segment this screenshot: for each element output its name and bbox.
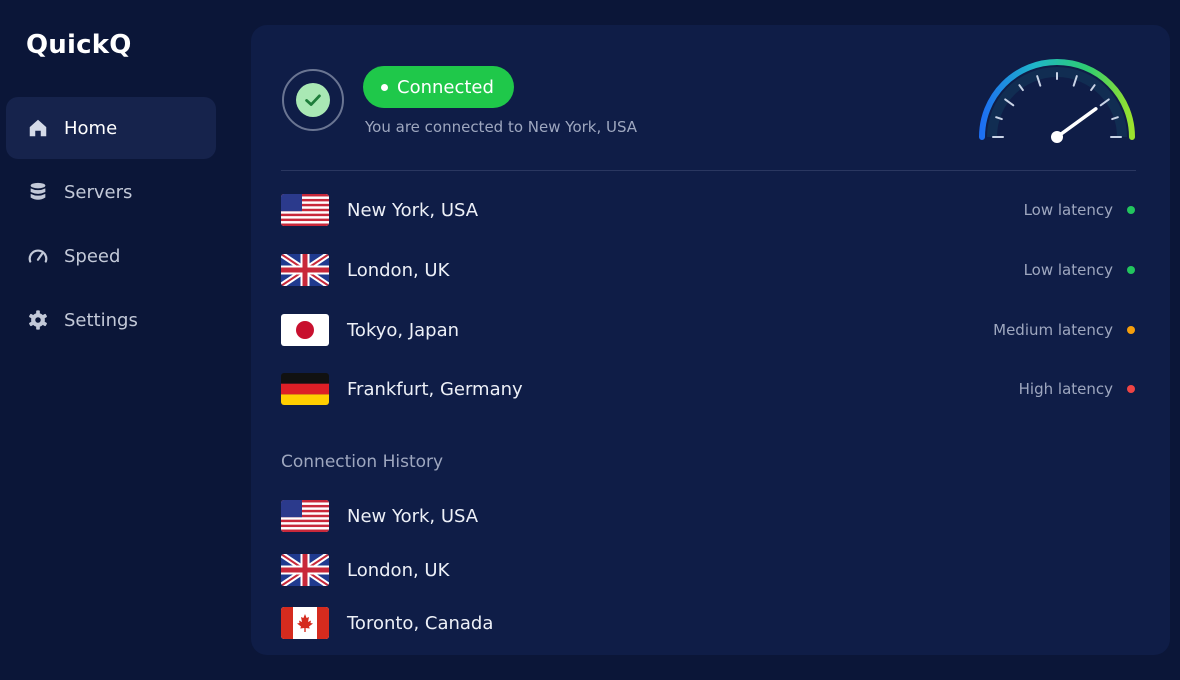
uk-flag-icon bbox=[281, 254, 329, 286]
latency-dot bbox=[1127, 266, 1135, 274]
latency-dot bbox=[1127, 206, 1135, 214]
us-flag-icon bbox=[281, 194, 329, 226]
history-location: New York, USA bbox=[347, 505, 479, 527]
japan-flag-icon bbox=[281, 314, 329, 346]
canada-flag-icon bbox=[281, 607, 329, 639]
sidebar-nav: Home Servers Speed Settings bbox=[6, 97, 216, 353]
latency-dot bbox=[1127, 326, 1135, 334]
server-row-tokyo[interactable]: Tokyo, Japan Medium latency bbox=[281, 308, 1136, 352]
check-icon bbox=[305, 94, 321, 106]
connection-message: You are connected to New York, USA bbox=[365, 118, 638, 136]
history-row-london[interactable]: London, UK bbox=[281, 548, 1136, 592]
sidebar-item-label: Home bbox=[64, 117, 118, 139]
server-location: Tokyo, Japan bbox=[347, 319, 460, 341]
latency-label: Low latency bbox=[1023, 201, 1113, 219]
history-row-new-york[interactable]: New York, USA bbox=[281, 494, 1136, 538]
home-icon bbox=[26, 116, 50, 140]
us-flag-icon bbox=[281, 500, 329, 532]
uk-flag-icon bbox=[281, 554, 329, 586]
gauge-hub bbox=[1051, 131, 1063, 143]
history-row-toronto[interactable]: Toronto, Canada bbox=[281, 601, 1136, 645]
sidebar-item-settings[interactable]: Settings bbox=[6, 289, 216, 351]
server-row-london[interactable]: London, UK Low latency bbox=[281, 248, 1136, 292]
sidebar-item-servers[interactable]: Servers bbox=[6, 161, 216, 223]
latency-dot bbox=[1127, 385, 1135, 393]
servers-icon bbox=[26, 180, 50, 204]
history-location: London, UK bbox=[347, 559, 450, 581]
main-panel: Connected You are connected to New York,… bbox=[251, 25, 1170, 655]
connection-status-indicator[interactable] bbox=[282, 69, 344, 131]
server-row-frankfurt[interactable]: Frankfurt, Germany High latency bbox=[281, 367, 1136, 411]
germany-flag-icon bbox=[281, 373, 329, 405]
history-location: Toronto, Canada bbox=[347, 612, 494, 634]
latency-label: High latency bbox=[1018, 380, 1113, 398]
server-row-new-york[interactable]: New York, USA Low latency bbox=[281, 188, 1136, 232]
status-dot bbox=[381, 83, 388, 91]
speed-gauge bbox=[979, 59, 1135, 143]
connection-history-title: Connection History bbox=[281, 452, 444, 472]
latency-label: Medium latency bbox=[993, 321, 1113, 339]
gauge-needle bbox=[1055, 107, 1098, 139]
sidebar-item-home[interactable]: Home bbox=[6, 97, 216, 159]
connected-status-badge: Connected bbox=[363, 66, 514, 108]
latency-label: Low latency bbox=[1023, 261, 1113, 279]
speedometer-icon bbox=[26, 244, 50, 268]
sidebar-item-label: Speed bbox=[64, 245, 121, 267]
app-logo: QuickQ bbox=[26, 30, 132, 60]
gear-icon bbox=[26, 308, 50, 332]
status-label: Connected bbox=[397, 76, 494, 98]
divider bbox=[281, 170, 1136, 171]
server-location: London, UK bbox=[347, 259, 450, 281]
sidebar-item-label: Settings bbox=[64, 309, 138, 331]
sidebar-item-speed[interactable]: Speed bbox=[6, 225, 216, 287]
sidebar-item-label: Servers bbox=[64, 181, 133, 203]
server-location: Frankfurt, Germany bbox=[347, 378, 523, 400]
server-location: New York, USA bbox=[347, 199, 479, 221]
